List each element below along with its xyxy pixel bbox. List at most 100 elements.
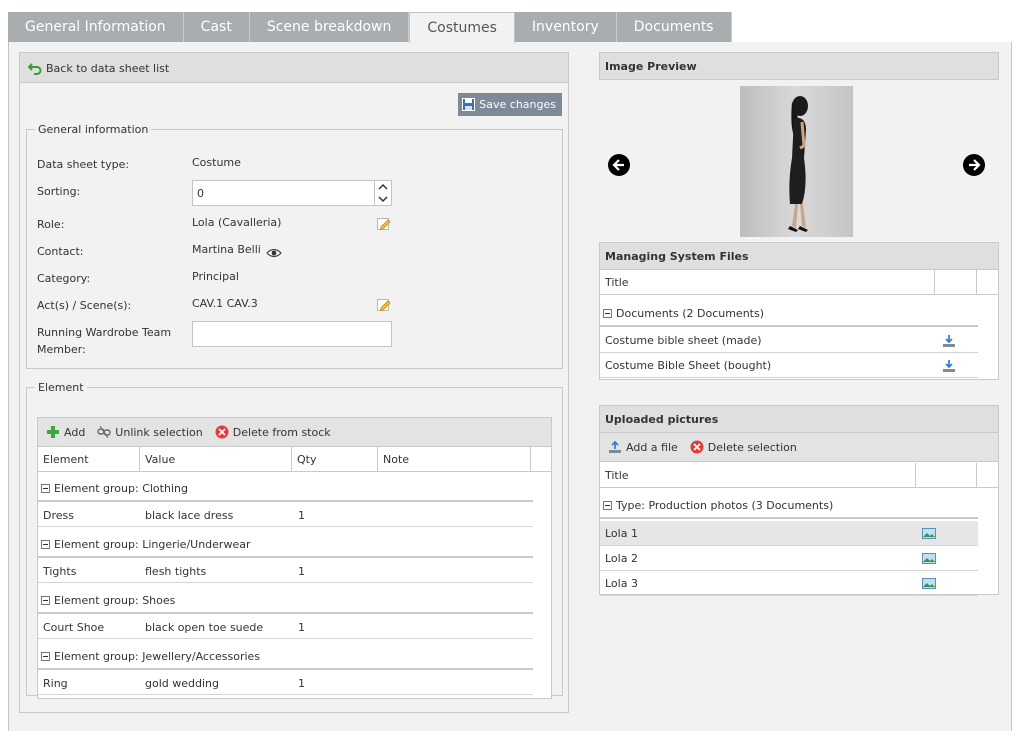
row-qty: 1 [298,509,305,522]
general-information-legend: General information [38,123,149,136]
costume-preview-image[interactable] [740,86,853,237]
sorting-spinner[interactable] [374,181,391,205]
collapse-icon[interactable] [41,596,50,605]
download-icon[interactable] [942,359,956,373]
arrow-right-icon [969,159,981,171]
table-row[interactable]: Court Shoe black open toe suede 1 [38,615,533,639]
next-image-button[interactable] [963,154,985,176]
col-element[interactable]: Element [38,447,140,472]
col-qty[interactable]: Qty [292,447,378,472]
add-element-button[interactable]: Add [46,425,85,439]
row-element: Dress [43,509,74,522]
list-item[interactable]: Costume bible sheet (made) [600,328,978,353]
row-value: gold wedding [145,677,219,690]
edit-role-icon[interactable] [377,217,391,231]
collapse-icon[interactable] [41,484,50,493]
view-contact-eye-icon[interactable] [266,248,282,258]
image-file-icon[interactable] [922,578,936,589]
list-item[interactable]: Lola 3 [600,571,978,596]
sorting-value: 0 [197,187,204,200]
acts-scenes-value: CAV.1 CAV.3 [192,297,258,310]
list-item[interactable]: Costume Bible Sheet (bought) [600,353,978,378]
add-file-label: Add a file [626,440,678,454]
row-qty: 1 [298,621,305,634]
general-information-section: General information Data sheet type: Cos… [26,123,563,369]
contact-label: Contact: [37,245,84,258]
col-title[interactable]: Title [605,276,629,289]
row-value: black open toe suede [145,621,264,634]
tab-inventory[interactable]: Inventory [514,12,617,42]
list-item[interactable]: Lola 2 [600,546,978,571]
collapse-icon[interactable] [41,540,50,549]
col-note[interactable]: Note [378,447,531,472]
back-to-list-button[interactable]: Back to data sheet list [28,61,169,75]
column-divider [934,270,935,295]
contact-value: Martina Belli [192,243,261,256]
delete-x-icon [215,425,229,439]
acts-scenes-label: Act(s) / Scene(s): [37,299,132,312]
uploaded-pictures-header: Uploaded pictures [599,405,999,433]
group-row-shoes[interactable]: Element group: Shoes [38,589,533,614]
files-column-header: Title [600,270,998,295]
group-label: Element group: Shoes [54,594,176,607]
spinner-arrows-icon [378,183,388,203]
element-grid: Element Value Qty Note Element group: Cl… [37,447,552,699]
file-title: Costume Bible Sheet (bought) [605,359,772,372]
file-title: Costume bible sheet (made) [605,334,762,347]
woman-in-black-dress-photo [788,96,808,232]
col-value[interactable]: Value [140,447,292,472]
group-row-lingerie[interactable]: Element group: Lingerie/Underwear [38,533,533,558]
floppy-disk-icon [462,98,476,111]
group-label: Documents (2 Documents) [616,307,765,320]
row-element: Court Shoe [43,621,105,634]
wardrobe-team-input[interactable] [192,321,392,347]
picture-title: Lola 1 [605,527,638,540]
delete-x-icon [690,440,704,454]
tab-general-information[interactable]: General Information [8,12,184,42]
category-label: Category: [37,272,91,285]
element-grid-header: Element Value Qty Note [38,447,551,472]
table-row[interactable]: Tights flesh tights 1 [38,559,533,583]
table-row[interactable]: Ring gold wedding 1 [38,671,533,695]
pictures-column-header: Title [600,463,998,488]
unlink-selection-button[interactable]: Unlink selection [97,425,203,439]
group-row-clothing[interactable]: Element group: Clothing [38,477,533,502]
edit-acts-icon[interactable] [377,298,391,312]
documents-group-row[interactable]: Documents (2 Documents) [600,302,978,327]
image-preview-header: Image Preview [599,52,999,80]
production-photos-group-row[interactable]: Type: Production photos (3 Documents) [600,494,978,519]
tab-cast[interactable]: Cast [183,12,250,42]
delete-from-stock-button[interactable]: Delete from stock [215,425,331,439]
save-changes-button[interactable]: Save changes [458,93,562,116]
collapse-icon[interactable] [603,309,612,318]
collapse-icon[interactable] [41,652,50,661]
collapse-icon[interactable] [603,501,612,510]
col-title[interactable]: Title [605,469,629,482]
table-row[interactable]: Dress black lace dress 1 [38,503,533,527]
delete-selection-button[interactable]: Delete selection [690,440,797,454]
element-toolbar: Add Unlink selection Delete from stock [37,417,552,447]
download-icon[interactable] [942,334,956,348]
image-file-icon[interactable] [922,553,936,564]
category-value: Principal [192,270,239,283]
upload-icon [609,440,621,453]
sorting-input[interactable]: 0 [192,180,392,206]
list-item[interactable]: Lola 1 [600,521,978,546]
add-file-button[interactable]: Add a file [608,440,678,454]
element-legend: Element [38,381,84,394]
arrow-left-icon [612,159,624,171]
tab-documents[interactable]: Documents [616,12,732,42]
wardrobe-team-label-2: Member: [37,343,86,356]
back-label: Back to data sheet list [46,61,170,75]
group-label: Element group: Lingerie/Underwear [54,538,251,551]
group-row-jewellery[interactable]: Element group: Jewellery/Accessories [38,645,533,670]
tab-costumes[interactable]: Costumes [409,12,515,43]
system-files-header: Managing System Files [599,242,999,270]
tab-scene-breakdown[interactable]: Scene breakdown [249,12,410,42]
prev-image-button[interactable] [608,154,630,176]
delete-label: Delete from stock [232,425,331,439]
group-label: Element group: Jewellery/Accessories [54,650,261,663]
sorting-label: Sorting: [37,185,81,198]
element-section: Element Add Unlink selection Delete from… [26,381,563,699]
image-file-icon[interactable] [922,528,936,539]
